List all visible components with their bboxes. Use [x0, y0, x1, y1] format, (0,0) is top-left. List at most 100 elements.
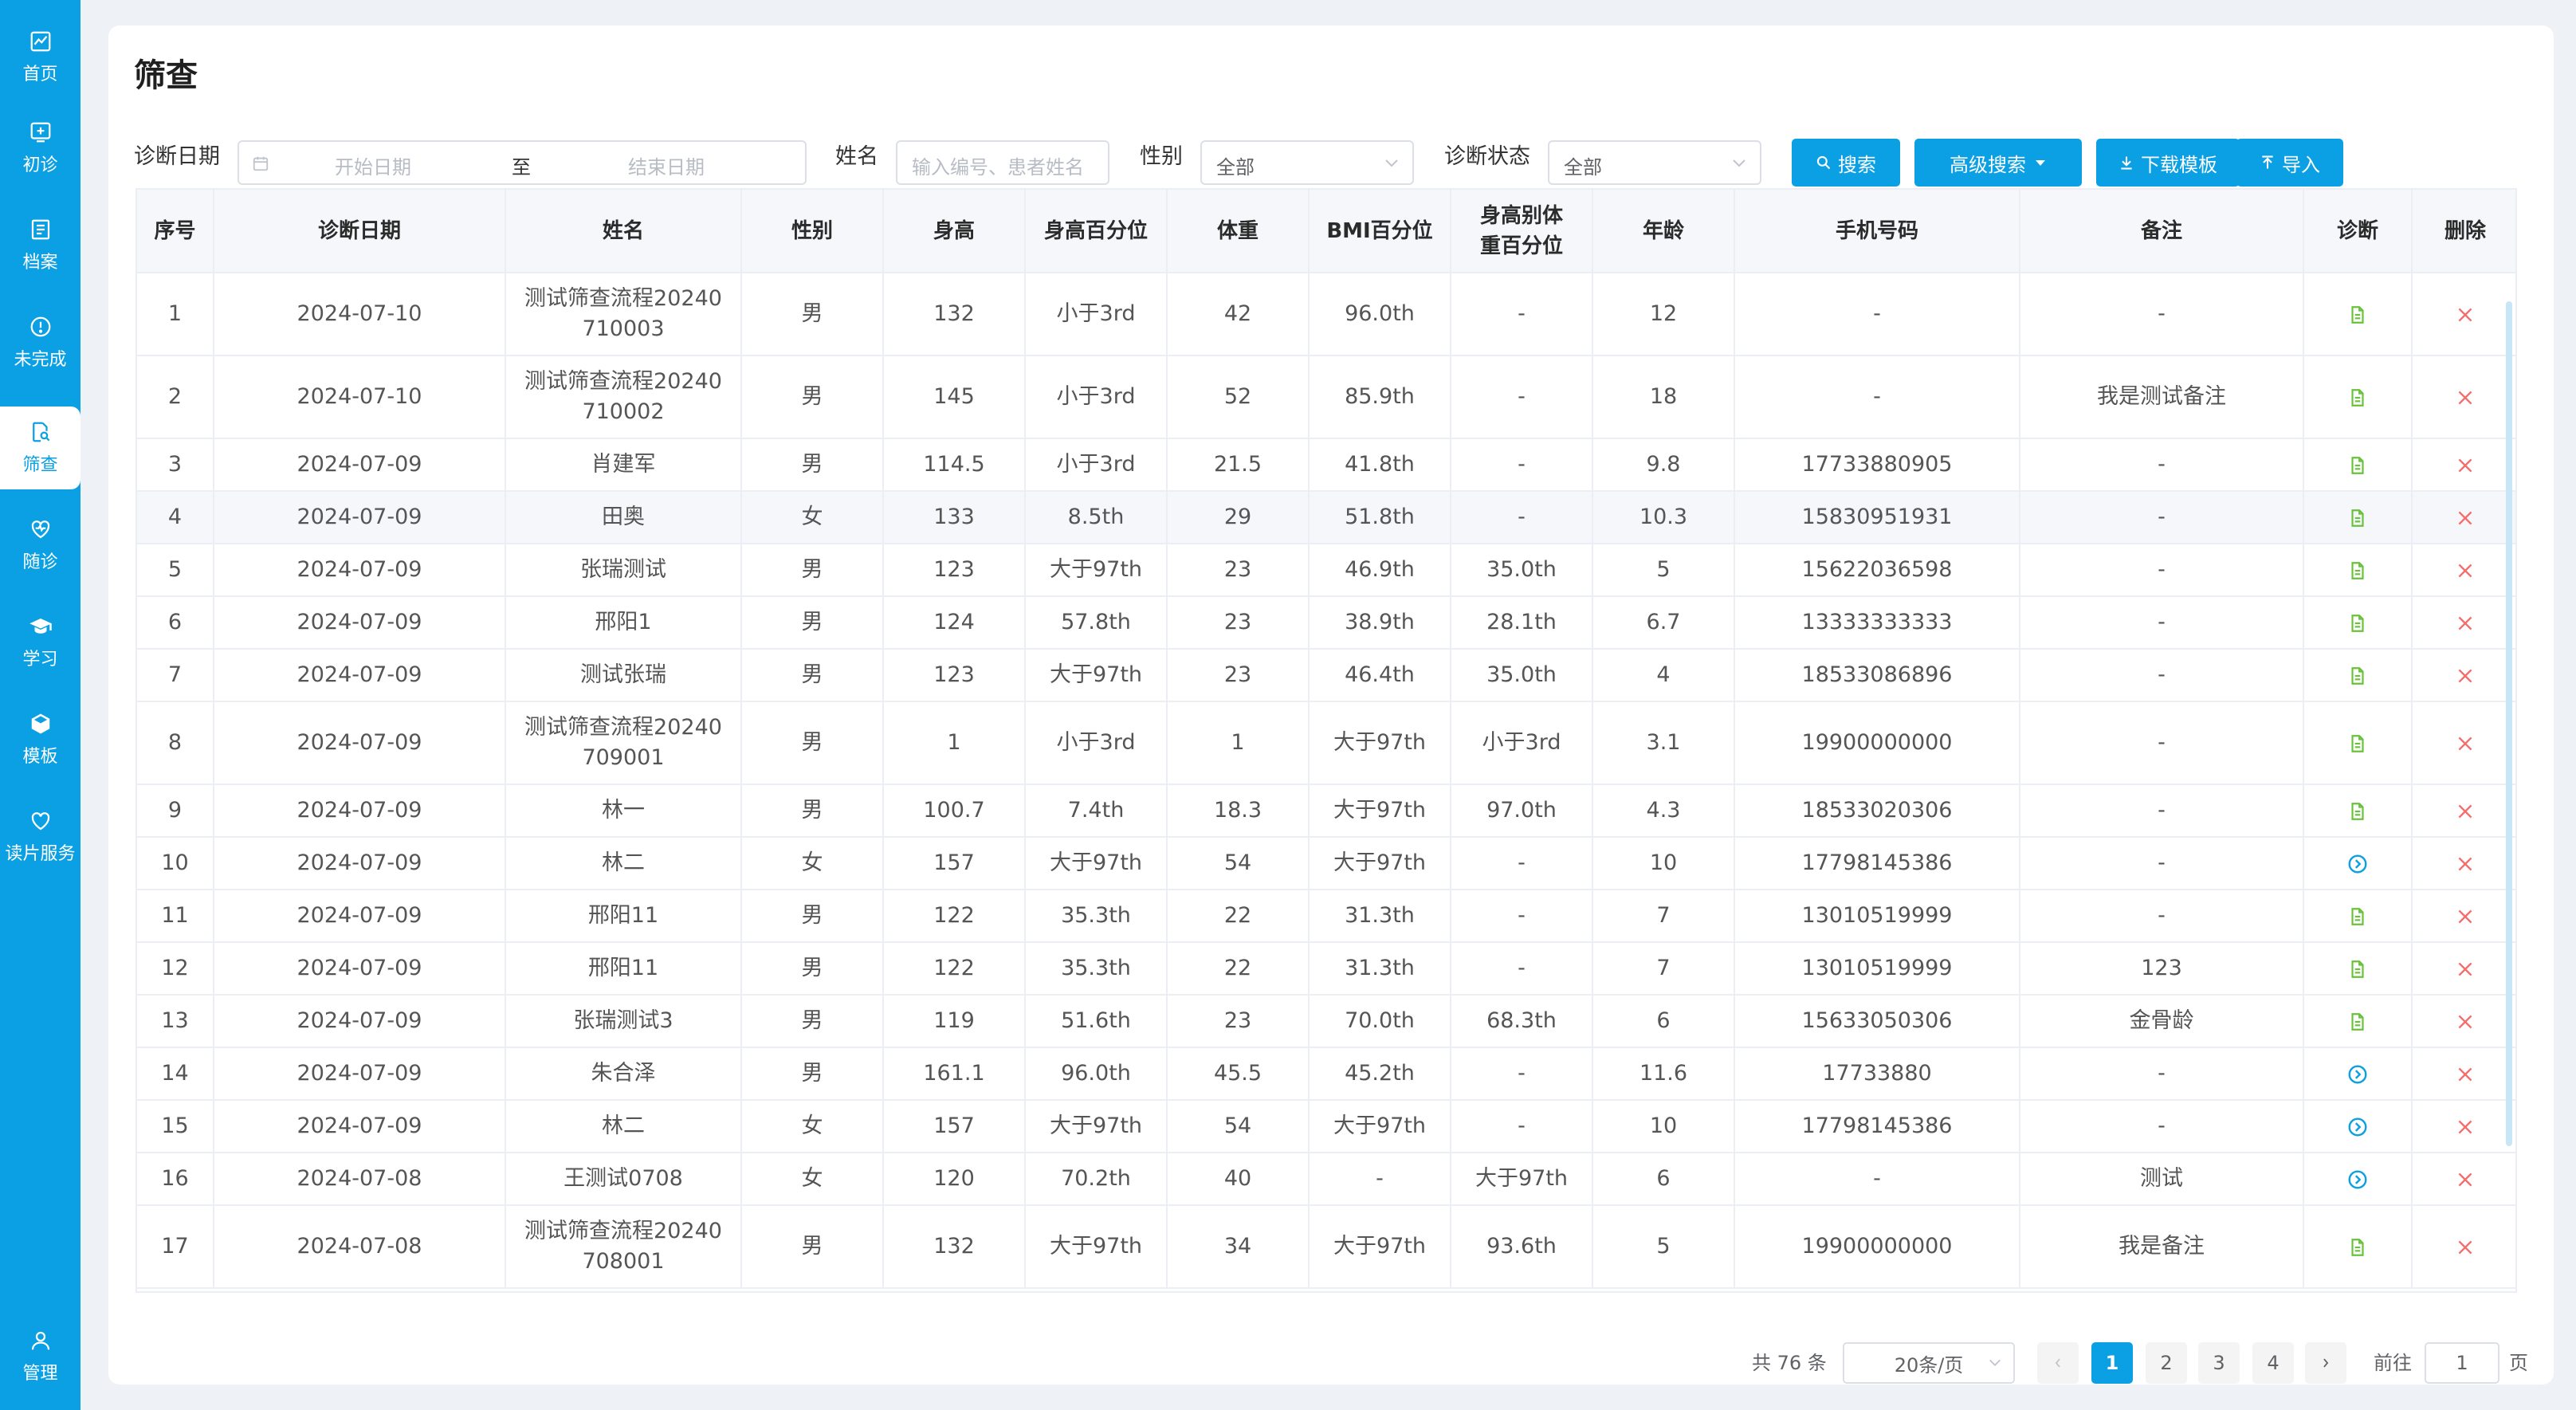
column-header: 身高别体重百分位: [1451, 190, 1593, 273]
cell-bmi-pct: 31.3th: [1309, 890, 1451, 943]
goto-page-input[interactable]: 1: [2425, 1342, 2499, 1384]
cell-note: -: [2020, 1047, 2304, 1101]
date-start-input[interactable]: 开始日期: [335, 151, 411, 179]
download-template-label: 下载模板: [2141, 153, 2217, 176]
cell-diagnosis: [2303, 596, 2413, 650]
next-page-button[interactable]: [2305, 1342, 2346, 1384]
delete-icon[interactable]: [2455, 1117, 2476, 1137]
arrow-circle-right-icon[interactable]: [2347, 1117, 2368, 1137]
cell-delete: [2412, 995, 2515, 1048]
date-end-input[interactable]: 结束日期: [628, 151, 705, 179]
page-button-2[interactable]: 2: [2146, 1342, 2187, 1384]
delete-icon[interactable]: [2455, 387, 2476, 408]
sidebar-item-archive[interactable]: 档案: [0, 204, 80, 287]
cell-diagnosis: [2303, 701, 2413, 785]
sidebar-item-template[interactable]: 模板: [0, 698, 80, 781]
report-icon[interactable]: [2347, 508, 2368, 528]
name-search-input[interactable]: 输入编号、患者姓名: [896, 140, 1109, 185]
report-icon[interactable]: [2347, 455, 2368, 476]
report-icon[interactable]: [2347, 304, 2368, 325]
heart-icon: [31, 812, 49, 831]
cell-weight: 23: [1167, 649, 1310, 702]
gender-select[interactable]: 全部: [1200, 140, 1414, 185]
delete-icon[interactable]: [2455, 455, 2476, 476]
cell-gender: 男: [741, 1205, 884, 1289]
delete-icon[interactable]: [2455, 1169, 2476, 1190]
cell-date: 2024-07-09: [214, 649, 506, 702]
report-icon[interactable]: [2347, 801, 2368, 822]
report-icon[interactable]: [2347, 906, 2368, 927]
cell-height: 124: [883, 596, 1026, 650]
cell-height-pct: 35.3th: [1025, 942, 1168, 996]
delete-icon[interactable]: [2455, 1011, 2476, 1032]
table-row: 15 2024-07-09 林二女 157 大于97th 54 大于97th -10 17798…: [137, 1100, 2515, 1153]
report-icon[interactable]: [2347, 1011, 2368, 1032]
page-size-select[interactable]: 20条/页: [1843, 1342, 2015, 1384]
arrow-circle-right-icon[interactable]: [2347, 854, 2368, 874]
sidebar-item-home[interactable]: 首页: [0, 16, 80, 99]
sidebar-item-reading-service[interactable]: 读片服务: [0, 795, 80, 878]
sidebar-item-admin[interactable]: 管理: [0, 1315, 80, 1398]
cell-height-pct: 大于97th: [1025, 1100, 1168, 1153]
sidebar-item-first-visit[interactable]: 初诊: [0, 107, 80, 190]
delete-icon[interactable]: [2455, 304, 2476, 325]
delete-icon[interactable]: [2455, 854, 2476, 874]
sidebar-item-label: 管理: [22, 1364, 58, 1384]
page-button-3[interactable]: 3: [2198, 1342, 2240, 1384]
search-button[interactable]: 搜索: [1792, 139, 1900, 187]
delete-icon[interactable]: [2455, 666, 2476, 686]
report-icon[interactable]: [2347, 613, 2368, 634]
cell-delete: [2412, 784, 2515, 838]
sidebar-item-screening[interactable]: 筛查: [0, 407, 80, 489]
table-scrollbar[interactable]: [2506, 301, 2512, 1146]
sidebar-item-learning[interactable]: 学习: [0, 601, 80, 684]
cell-weight: 45.5: [1167, 1047, 1310, 1101]
advanced-search-button[interactable]: 高级搜索: [1914, 139, 2082, 187]
import-button[interactable]: 导入: [2236, 139, 2343, 187]
column-header: 手机号码: [1734, 190, 2020, 273]
report-icon[interactable]: [2347, 387, 2368, 408]
arrow-circle-right-icon[interactable]: [2347, 1169, 2368, 1190]
delete-icon[interactable]: [2455, 733, 2476, 754]
column-header: 诊断日期: [214, 190, 506, 273]
cell-phone: 17733880905: [1734, 438, 2020, 492]
download-template-button[interactable]: 下载模板: [2096, 139, 2240, 187]
cell-wfh-pct: 大于97th: [1451, 1153, 1593, 1206]
report-icon[interactable]: [2347, 733, 2368, 754]
sidebar-item-incomplete[interactable]: 未完成: [0, 301, 80, 384]
cell-bmi-pct: -: [1309, 1153, 1451, 1206]
page-button-1[interactable]: 1: [2091, 1342, 2133, 1384]
archive-icon: [31, 219, 49, 240]
delete-icon[interactable]: [2455, 508, 2476, 528]
graduation-cap-icon: [29, 619, 52, 634]
sidebar-item-follow-up[interactable]: 随诊: [0, 504, 80, 587]
delete-icon[interactable]: [2455, 560, 2476, 581]
cell-phone: 18533086896: [1734, 649, 2020, 702]
cell-no: 17: [137, 1205, 214, 1289]
delete-icon[interactable]: [2455, 613, 2476, 634]
chevron-down-icon: [1733, 159, 1745, 167]
page-button-4[interactable]: 4: [2252, 1342, 2294, 1384]
upload-icon: [2262, 155, 2273, 169]
date-range-picker[interactable]: 开始日期 至 结束日期: [238, 140, 807, 185]
delete-icon[interactable]: [2455, 801, 2476, 822]
cell-wfh-pct: -: [1451, 942, 1593, 996]
cell-weight: 22: [1167, 890, 1310, 943]
delete-icon[interactable]: [2455, 906, 2476, 927]
report-icon[interactable]: [2347, 1237, 2368, 1258]
cell-phone: 13333333333: [1734, 596, 2020, 650]
cell-no: 7: [137, 649, 214, 702]
report-icon[interactable]: [2347, 560, 2368, 581]
report-icon[interactable]: [2347, 666, 2368, 686]
cell-no: 2: [137, 355, 214, 439]
report-icon[interactable]: [2347, 959, 2368, 980]
delete-icon[interactable]: [2455, 1237, 2476, 1258]
arrow-circle-right-icon[interactable]: [2347, 1064, 2368, 1085]
delete-icon[interactable]: [2455, 959, 2476, 980]
delete-icon[interactable]: [2455, 1064, 2476, 1085]
cell-weight: 29: [1167, 491, 1310, 544]
prev-page-button[interactable]: [2037, 1342, 2079, 1384]
cell-phone: 13010519999: [1734, 890, 2020, 943]
table-row: 2 2024-07-10 测试筛查流程20240710002 男 145 小于3rd 52 8…: [137, 355, 2515, 439]
status-select[interactable]: 全部: [1548, 140, 1761, 185]
